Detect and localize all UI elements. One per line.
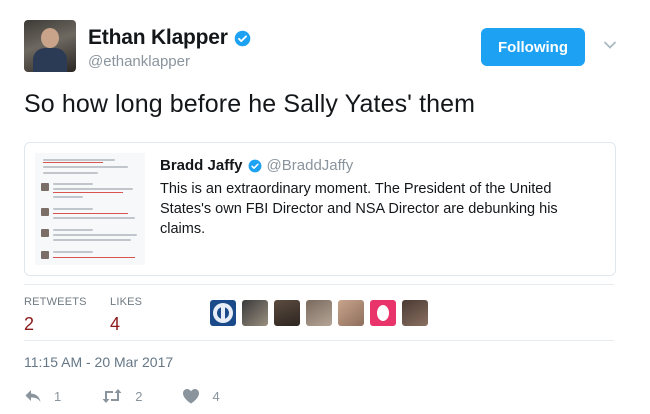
liker-avatar[interactable] <box>402 300 428 326</box>
following-button[interactable]: Following <box>481 28 585 66</box>
liker-avatar[interactable] <box>370 300 396 326</box>
reply-button[interactable]: 1 <box>24 388 61 404</box>
verified-badge-icon <box>248 159 262 173</box>
likes-count: 4 <box>110 314 121 334</box>
likes-stat[interactable]: LIKES 4 <box>110 296 142 335</box>
quoted-tweet-image[interactable] <box>35 153 145 265</box>
author-handle[interactable]: @ethanklapper <box>88 53 190 70</box>
verified-badge-icon <box>234 30 251 47</box>
liker-avatar[interactable] <box>306 300 332 326</box>
liker-avatar[interactable] <box>338 300 364 326</box>
likers-avatars <box>210 300 428 326</box>
like-button[interactable]: 4 <box>182 388 220 404</box>
tweet-text: So how long before he Sally Yates' them <box>24 90 476 118</box>
like-count: 4 <box>212 388 220 404</box>
avatar-head <box>41 28 59 48</box>
retweet-button[interactable]: 2 <box>101 388 142 404</box>
heart-icon <box>183 389 200 404</box>
stats-divider-bottom <box>24 340 614 341</box>
retweet-icon <box>102 389 122 403</box>
retweet-count: 2 <box>135 388 143 404</box>
quoted-display-name[interactable]: Bradd Jaffy <box>160 157 243 174</box>
stats-divider-top <box>24 284 614 285</box>
liker-avatar[interactable] <box>274 300 300 326</box>
tweet-actions: 1 2 4 <box>24 388 260 404</box>
author-display-name[interactable]: Ethan Klapper <box>88 26 228 50</box>
quoted-author-row: Bradd Jaffy @BraddJaffy <box>160 157 353 174</box>
tweet-timestamp[interactable]: 11:15 AM - 20 Mar 2017 <box>24 354 173 370</box>
liker-avatar[interactable] <box>242 300 268 326</box>
retweets-count: 2 <box>24 314 35 334</box>
retweets-stat[interactable]: RETWEETS 2 <box>24 296 87 335</box>
avatar-body <box>33 48 67 72</box>
quoted-tweet[interactable]: Bradd Jaffy @BraddJaffy This is an extra… <box>24 142 616 276</box>
likes-label: LIKES <box>110 296 143 308</box>
chevron-down-icon[interactable] <box>603 38 617 52</box>
quoted-handle[interactable]: @BraddJaffy <box>267 157 354 174</box>
liker-avatar[interactable] <box>210 300 236 326</box>
retweets-label: RETWEETS <box>24 296 87 308</box>
author-avatar[interactable] <box>24 20 76 72</box>
reply-icon <box>25 390 41 402</box>
quoted-tweet-text: This is an extraordinary moment. The Pre… <box>160 181 558 237</box>
reply-count: 1 <box>54 388 62 404</box>
author-name-row: Ethan Klapper <box>88 26 251 50</box>
